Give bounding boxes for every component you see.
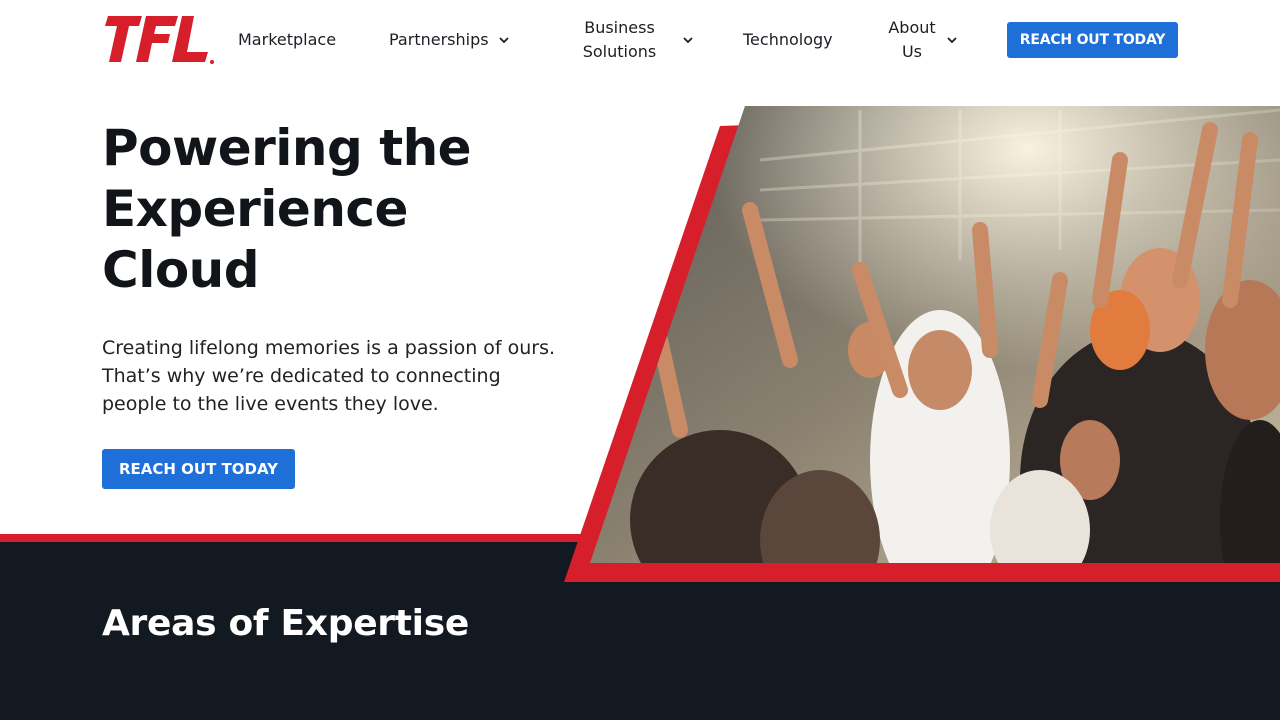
nav-business-line2: Solutions: [582, 42, 657, 61]
tfl-logo[interactable]: [102, 14, 214, 66]
red-divider: [0, 534, 640, 542]
nav-about-line1: About: [888, 18, 936, 37]
nav-technology[interactable]: Technology: [743, 28, 833, 52]
hero-title-line2: Experience: [102, 180, 408, 238]
site-header: Marketplace Partnerships Business Soluti…: [0, 0, 1280, 80]
nav-marketplace-label: Marketplace: [238, 30, 337, 49]
nav-technology-label: Technology: [743, 30, 833, 49]
hero-title-line3: Cloud: [102, 241, 260, 299]
hero-reach-out-button[interactable]: REACH OUT TODAY: [102, 449, 295, 489]
nav-marketplace[interactable]: Marketplace: [238, 28, 336, 52]
hero-title: Powering the Experience Cloud: [102, 118, 522, 301]
nav-partnerships[interactable]: Partnerships: [389, 28, 511, 52]
hero-text-line1: Creating lifelong memories is a passion …: [102, 337, 556, 359]
nav-about-line2: Us: [901, 42, 923, 61]
nav-about-us-label: About Us: [887, 16, 937, 64]
chevron-down-icon: [498, 37, 509, 44]
hero-photo: [564, 106, 1280, 582]
header-reach-out-button[interactable]: REACH OUT TODAY: [1007, 22, 1178, 58]
expertise-heading: Areas of Expertise: [102, 603, 469, 644]
nav-business-line1: Business: [584, 18, 655, 37]
hero-description: Creating lifelong memories is a passion …: [102, 334, 572, 418]
hero-text-line2: That’s why we’re dedicated to connecting: [102, 365, 501, 387]
nav-business-solutions-label: Business Solutions: [582, 16, 657, 64]
nav-business-solutions[interactable]: Business Solutions: [582, 16, 695, 64]
hero-text-line3: people to the live events they love.: [102, 393, 439, 415]
nav-about-us[interactable]: About Us: [887, 16, 959, 64]
nav-partnerships-label: Partnerships: [389, 30, 489, 49]
chevron-down-icon: [947, 37, 957, 44]
chevron-down-icon: [683, 37, 693, 44]
hero-title-line1: Powering the: [102, 119, 472, 177]
